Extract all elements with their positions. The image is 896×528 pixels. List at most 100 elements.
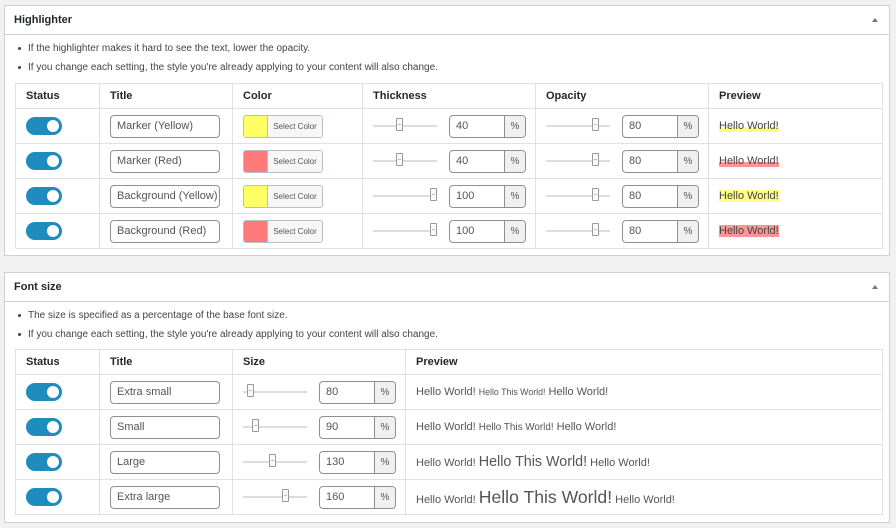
color-swatch <box>244 150 267 172</box>
status-toggle[interactable] <box>26 117 62 135</box>
preview-cell: Hello World! Hello This World! Hello Wor… <box>405 444 883 480</box>
slider-handle[interactable] <box>430 188 437 201</box>
opacity-value[interactable]: 80 <box>623 151 677 172</box>
status-toggle[interactable] <box>26 383 62 401</box>
thickness-field[interactable]: 40 % <box>449 114 526 138</box>
thickness-slider[interactable] <box>373 118 437 131</box>
thickness-value[interactable]: 40 <box>450 116 504 137</box>
title-cell: Marker (Red) <box>99 143 233 179</box>
percent-unit: % <box>374 416 395 438</box>
size-value[interactable]: 160 <box>320 487 374 508</box>
thickness-slider[interactable] <box>373 223 437 236</box>
collapse-arrow-icon[interactable] <box>872 18 878 22</box>
opacity-field[interactable]: 80 % <box>622 149 699 173</box>
size-value[interactable]: 80 <box>320 382 374 403</box>
percent-unit: % <box>504 185 525 207</box>
opacity-value[interactable]: 80 <box>623 221 677 242</box>
opacity-slider[interactable] <box>546 188 610 201</box>
status-toggle[interactable] <box>26 222 62 240</box>
opacity-value[interactable]: 80 <box>623 116 677 137</box>
column-header: Status <box>15 349 100 375</box>
opacity-slider[interactable] <box>546 223 610 236</box>
title-cell: Background (Yellow) <box>99 178 233 214</box>
percent-unit: % <box>677 115 698 137</box>
size-value[interactable]: 130 <box>320 452 374 473</box>
slider-handle[interactable] <box>247 384 255 397</box>
toggle-knob <box>47 421 59 433</box>
title-input[interactable]: Background (Yellow) <box>110 184 220 208</box>
size-field[interactable]: 130 % <box>319 450 396 474</box>
preview-sized-text: Hello This World! <box>478 387 546 397</box>
size-field[interactable]: 80 % <box>319 380 396 404</box>
size-slider[interactable] <box>243 384 307 397</box>
title-cell: Background (Red) <box>99 213 233 249</box>
opacity-cell: 80 % <box>535 213 709 249</box>
select-color-label: Select Color <box>267 220 322 242</box>
title-input[interactable]: Marker (Red) <box>110 149 220 173</box>
select-color-label: Select Color <box>267 150 322 172</box>
title-input[interactable]: Extra small <box>110 380 220 404</box>
status-toggle[interactable] <box>26 418 62 436</box>
column-header: Status <box>15 83 100 109</box>
color-swatch <box>244 220 267 242</box>
opacity-field[interactable]: 80 % <box>622 114 699 138</box>
opacity-field[interactable]: 80 % <box>622 219 699 243</box>
slider-track <box>546 160 610 162</box>
font-size-panel-header[interactable]: Font size <box>5 273 889 302</box>
size-value[interactable]: 90 <box>320 417 374 438</box>
preview-sized-text: Hello This World! <box>478 486 613 507</box>
title-cell: Extra small <box>99 374 233 410</box>
size-field[interactable]: 160 % <box>319 485 396 509</box>
slider-handle[interactable] <box>591 188 599 201</box>
thickness-slider[interactable] <box>373 188 437 201</box>
slider-handle[interactable] <box>395 153 403 166</box>
title-input[interactable]: Small <box>110 415 220 439</box>
color-picker-button[interactable]: Select Color <box>243 114 323 138</box>
opacity-value[interactable]: 80 <box>623 186 677 207</box>
opacity-field[interactable]: 80 % <box>622 184 699 208</box>
size-slider[interactable] <box>243 454 307 467</box>
percent-unit: % <box>374 381 395 403</box>
highlighter-panel-header[interactable]: Highlighter <box>5 6 889 35</box>
slider-handle[interactable] <box>591 223 599 236</box>
size-slider[interactable] <box>243 489 307 502</box>
slider-handle[interactable] <box>395 118 403 131</box>
title-input[interactable]: Large <box>110 450 220 474</box>
thickness-value[interactable]: 100 <box>450 221 504 242</box>
color-swatch <box>244 185 267 207</box>
thickness-slider[interactable] <box>373 153 437 166</box>
color-picker-button[interactable]: Select Color <box>243 184 323 208</box>
status-toggle[interactable] <box>26 187 62 205</box>
toggle-knob <box>47 155 59 167</box>
preview-sized-text: Hello This World! <box>478 422 554 433</box>
size-field[interactable]: 90 % <box>319 415 396 439</box>
title-input[interactable]: Extra large <box>110 485 220 509</box>
color-picker-button[interactable]: Select Color <box>243 149 323 173</box>
status-toggle[interactable] <box>26 152 62 170</box>
size-slider[interactable] <box>243 419 307 432</box>
slider-handle[interactable] <box>282 489 290 502</box>
title-input[interactable]: Marker (Yellow) <box>110 114 220 138</box>
column-header: Preview <box>405 349 883 375</box>
slider-handle[interactable] <box>251 419 259 432</box>
thickness-field[interactable]: 40 % <box>449 149 526 173</box>
panel-title: Font size <box>14 281 62 293</box>
highlight-preview: Hello World! <box>719 120 779 132</box>
opacity-slider[interactable] <box>546 118 610 131</box>
opacity-slider[interactable] <box>546 153 610 166</box>
thickness-field[interactable]: 100 % <box>449 219 526 243</box>
slider-handle[interactable] <box>591 118 599 131</box>
slider-handle[interactable] <box>269 454 277 467</box>
thickness-field[interactable]: 100 % <box>449 184 526 208</box>
title-input[interactable]: Background (Red) <box>110 219 220 243</box>
slider-handle[interactable] <box>591 153 599 166</box>
color-picker-button[interactable]: Select Color <box>243 219 323 243</box>
thickness-cell: 40 % <box>362 143 536 179</box>
status-toggle[interactable] <box>26 453 62 471</box>
collapse-arrow-icon[interactable] <box>872 285 878 289</box>
slider-handle[interactable] <box>430 223 437 236</box>
preview-base-text: Hello World! <box>416 493 476 506</box>
status-toggle[interactable] <box>26 488 62 506</box>
thickness-value[interactable]: 40 <box>450 151 504 172</box>
thickness-value[interactable]: 100 <box>450 186 504 207</box>
